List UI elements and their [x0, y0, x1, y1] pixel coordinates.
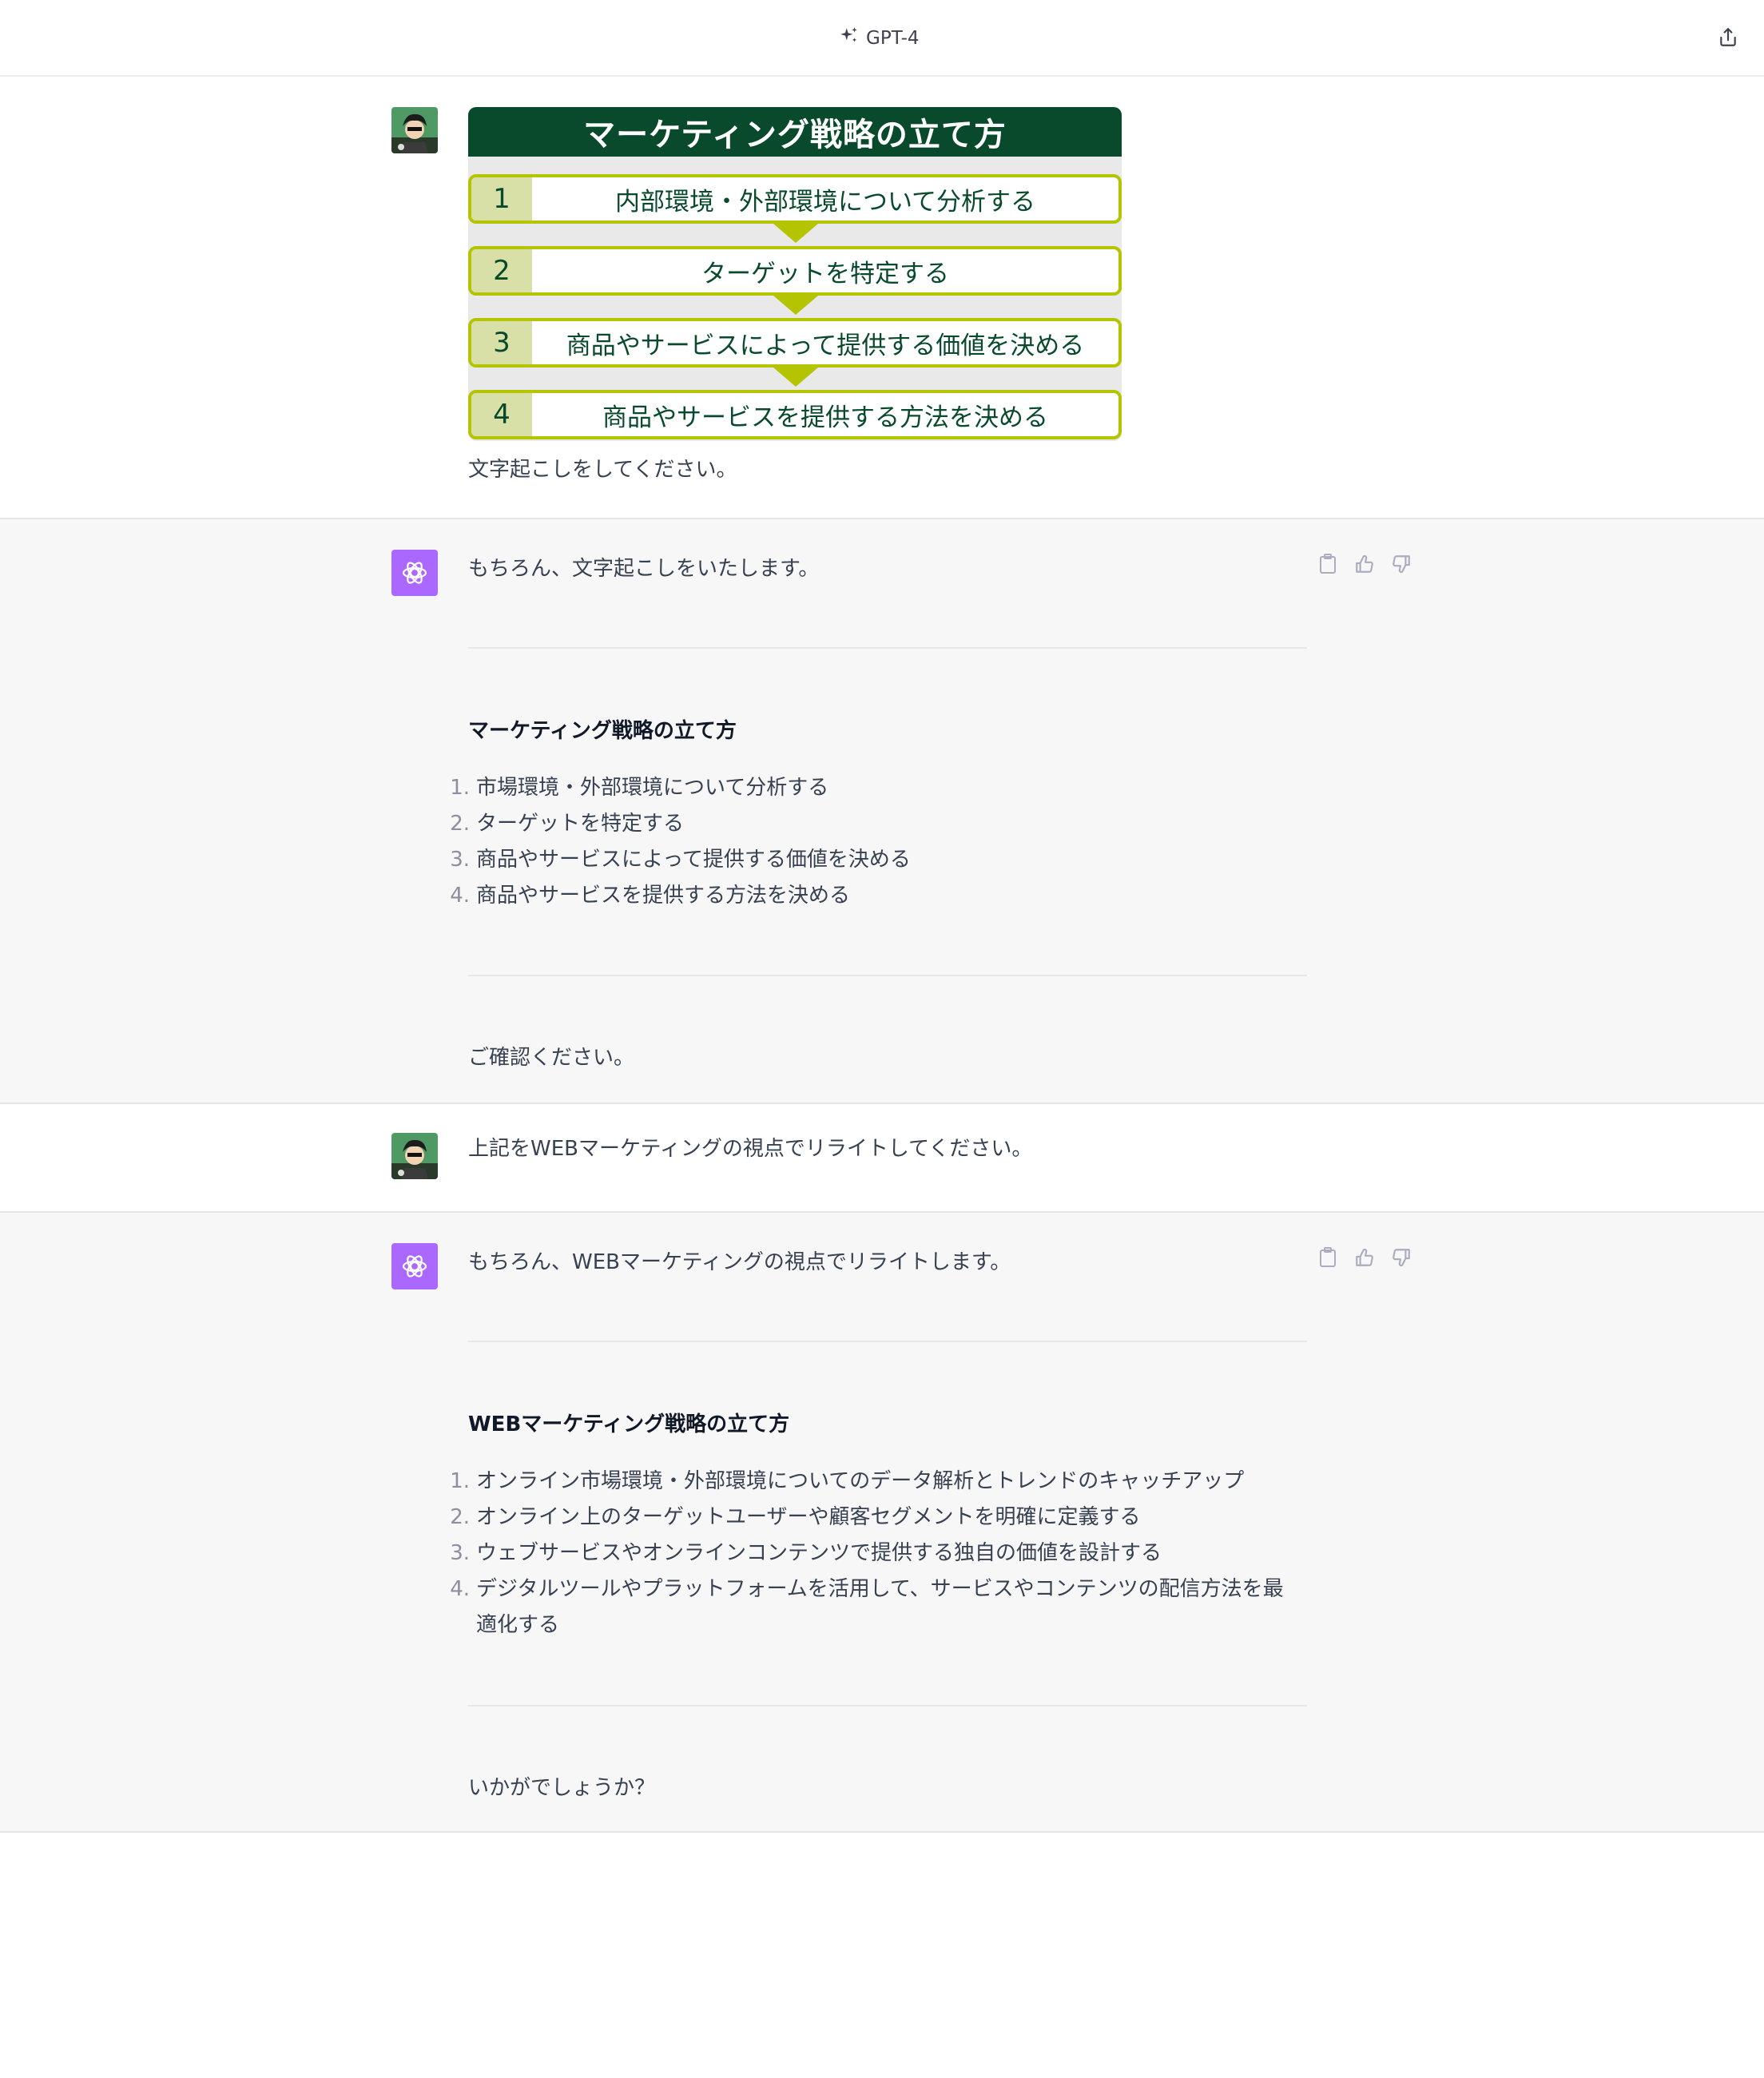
- divider: [468, 975, 1307, 976]
- user-message-text: 上記をWEBマーケティングの視点でリライトしてください。: [468, 1137, 1033, 1161]
- message-actions: [1317, 553, 1412, 575]
- thumbs-up-button[interactable]: [1353, 1246, 1376, 1269]
- clipboard-icon: [1320, 554, 1336, 574]
- user-avatar: [391, 1133, 438, 1179]
- share-icon: [1720, 28, 1736, 46]
- step-text: 商品やサービスを提供する方法を決める: [602, 403, 1048, 432]
- image-step-1: 1 内部環境・外部環境について分析する: [468, 174, 1122, 224]
- list-item: 1. オンライン市場環境・外部環境についてのデータ解析とトレンドのキャッチアップ: [450, 1469, 1245, 1493]
- response-list: 1. 市場環境・外部環境について分析する 2. ターゲットを特定する 3. 商品やサー…: [447, 770, 1294, 914]
- message-actions: [1317, 1246, 1412, 1269]
- image-step-4: 4 商品やサービスを提供する方法を決める: [468, 390, 1122, 439]
- list-item: 4. 商品やサービスを提供する方法を決める: [450, 884, 851, 908]
- openai-logo-icon: [402, 562, 427, 584]
- image-title: マーケティング戦略の立て方: [468, 107, 1122, 157]
- assistant-message-2: もちろん、WEBマーケティングの視点でリライトします。 WEBマーケティング戦略…: [0, 1211, 1764, 1833]
- user-message-text: 文字起こしをしてください。: [468, 458, 737, 482]
- step-number: 3: [471, 321, 532, 364]
- model-selector[interactable]: GPT-4: [839, 24, 920, 53]
- step-number: 4: [471, 393, 532, 436]
- copy-button[interactable]: [1317, 1246, 1339, 1269]
- openai-logo-icon: [402, 1255, 427, 1277]
- assistant-avatar: [391, 550, 438, 596]
- response-list: 1. オンライン市場環境・外部環境についてのデータ解析とトレンドのキャッチアップ …: [447, 1464, 1294, 1643]
- model-label: GPT-4: [866, 28, 920, 49]
- divider: [468, 1705, 1307, 1707]
- step-arrow: [773, 296, 818, 315]
- list-item: 3. ウェブサービスやオンラインコンテンツで提供する独自の価値を設計する: [450, 1541, 1162, 1565]
- assistant-closing: ご確認ください。: [468, 1046, 635, 1070]
- user-avatar: [391, 107, 438, 153]
- step-text: 内部環境・外部環境について分析する: [614, 187, 1036, 217]
- thumbs-down-button[interactable]: [1390, 553, 1412, 575]
- step-text: 商品やサービスによって提供する価値を決める: [566, 331, 1085, 360]
- assistant-intro: もちろん、WEBマーケティングの視点でリライトします。: [468, 1250, 1011, 1274]
- thumbs-up-icon: [1356, 554, 1373, 573]
- divider: [468, 647, 1307, 649]
- step-text: ターゲットを特定する: [701, 259, 949, 288]
- step-arrow: [773, 368, 818, 387]
- list-item: 3. 商品やサービスによって提供する価値を決める: [450, 848, 911, 872]
- uploaded-image[interactable]: マーケティング戦略の立て方 1 内部環境・外部環境について分析する 2 ターゲッ…: [468, 107, 1122, 441]
- list-item: 1. 市場環境・外部環境について分析する: [450, 776, 829, 800]
- step-arrow: [773, 224, 818, 243]
- list-item: 2. オンライン上のターゲットユーザーや顧客セグメントを明確に定義する: [450, 1505, 1141, 1529]
- sparkle-icon: [839, 26, 860, 51]
- copy-button[interactable]: [1317, 553, 1339, 575]
- clipboard-icon: [1320, 1247, 1336, 1267]
- assistant-avatar: [391, 1243, 438, 1289]
- thumbs-down-button[interactable]: [1390, 1246, 1412, 1269]
- thumbs-up-button[interactable]: [1353, 553, 1376, 575]
- thumbs-down-icon: [1393, 555, 1410, 574]
- response-heading: WEBマーケティング戦略の立て方: [468, 1412, 790, 1436]
- user-message-2: 上記をWEBマーケティングの視点でリライトしてください。: [0, 1104, 1764, 1211]
- thumbs-up-icon: [1356, 1248, 1373, 1266]
- step-number: 2: [471, 249, 532, 292]
- list-item: 4. デジタルツールやプラットフォームを活用して、サービスやコンテンツの配信方法を…: [450, 1577, 1284, 1637]
- assistant-closing: いかがでしょうか？: [468, 1776, 656, 1800]
- response-heading: マーケティング戦略の立て方: [468, 719, 737, 743]
- step-number: 1: [471, 177, 532, 221]
- user-message-1: マーケティング戦略の立て方 1 内部環境・外部環境について分析する 2 ターゲッ…: [0, 78, 1764, 518]
- top-bar: GPT-4: [0, 0, 1764, 77]
- image-step-3: 3 商品やサービスによって提供する価値を決める: [468, 318, 1122, 368]
- assistant-message-1: もちろん、文字起こしをいたします。 マーケティング戦略の立て方 1. 市場環境・外…: [0, 518, 1764, 1104]
- list-item: 2. ターゲットを特定する: [450, 812, 685, 836]
- thumbs-down-icon: [1393, 1249, 1410, 1267]
- assistant-intro: もちろん、文字起こしをいたします。: [468, 557, 820, 581]
- share-button[interactable]: [1714, 24, 1742, 51]
- divider: [468, 1341, 1307, 1342]
- image-step-2: 2 ターゲットを特定する: [468, 246, 1122, 296]
